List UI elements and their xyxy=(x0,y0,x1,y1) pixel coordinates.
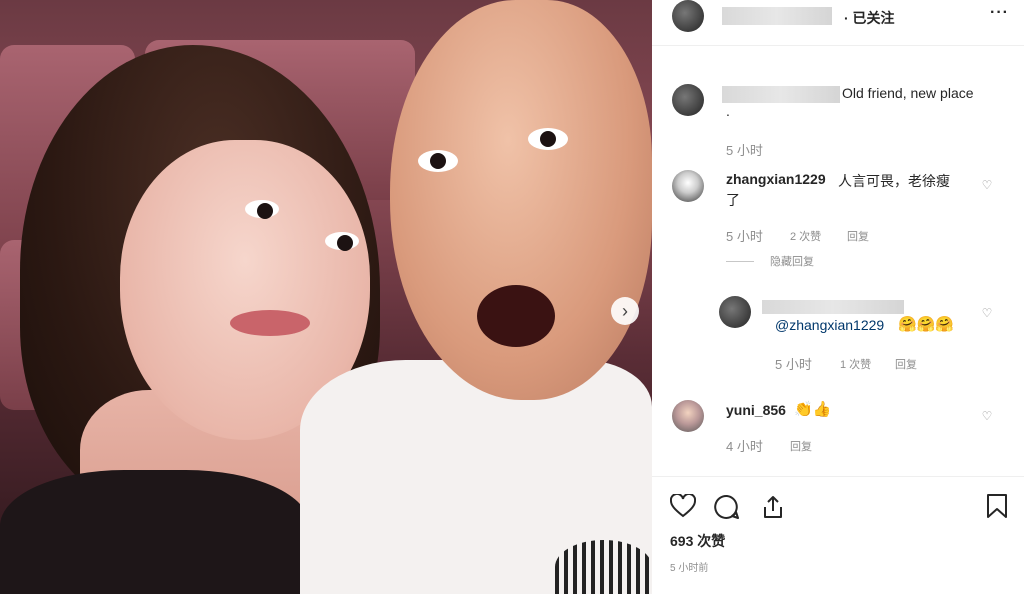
heart-icon[interactable] xyxy=(670,494,696,518)
follow-status[interactable]: · 已关注 xyxy=(844,8,895,28)
comment-reply-button[interactable]: 回复 xyxy=(790,438,812,454)
author-avatar[interactable] xyxy=(672,0,704,32)
bookmark-icon[interactable] xyxy=(986,493,1008,519)
reply-reply-button[interactable]: 回复 xyxy=(895,356,917,372)
commenter-avatar[interactable] xyxy=(672,400,704,432)
carousel-next-button[interactable]: › xyxy=(611,297,639,325)
comment-icon[interactable] xyxy=(714,494,740,520)
reply-time[interactable]: 5 小时 xyxy=(775,354,812,373)
woman-top xyxy=(0,470,310,594)
woman-eye xyxy=(325,232,359,251)
comment-username[interactable]: yuni_856 xyxy=(726,402,786,418)
reply-like-icon[interactable]: ♡ xyxy=(980,306,994,320)
woman-eye xyxy=(245,200,279,219)
man-eye xyxy=(418,150,458,172)
comment-emoji: 👏👍 xyxy=(794,401,832,418)
caption-dot: . xyxy=(726,103,730,119)
post-time[interactable]: 5 小时前 xyxy=(670,559,708,574)
replies-divider xyxy=(726,261,754,262)
actions-divider xyxy=(652,476,1024,477)
reply-author-avatar[interactable] xyxy=(719,296,751,328)
comment-likes[interactable]: 2 次赞 xyxy=(790,228,821,244)
woman-lips xyxy=(230,310,310,336)
caption-time[interactable]: 5 小时 xyxy=(726,140,763,159)
caption-text: Old friend, new place xyxy=(842,85,974,101)
author-avatar[interactable] xyxy=(672,84,704,116)
post-sidebar: · 已关注 ··· Old friend, new place . 5 小时 z… xyxy=(652,0,1024,594)
reply-mention[interactable]: @zhangxian1229 xyxy=(775,317,884,333)
hide-replies-button[interactable]: 隐藏回复 xyxy=(770,253,814,269)
man-mouth xyxy=(477,285,555,347)
comment-like-icon[interactable]: ♡ xyxy=(980,178,994,192)
shirt-logo xyxy=(555,540,652,594)
header-divider xyxy=(652,45,1024,46)
more-options-icon[interactable]: ··· xyxy=(990,4,1009,22)
comment-time[interactable]: 5 小时 xyxy=(726,226,763,245)
comment-time[interactable]: 4 小时 xyxy=(726,436,763,455)
comment-reply-button[interactable]: 回复 xyxy=(847,228,869,244)
like-count[interactable]: 693 次赞 xyxy=(670,531,725,551)
comment-like-icon[interactable]: ♡ xyxy=(980,409,994,423)
reply-likes[interactable]: 1 次赞 xyxy=(840,356,871,372)
comment-text: 人言可畏，老徐瘦 xyxy=(838,173,950,189)
post-photo: › xyxy=(0,0,652,594)
reply-username-redacted[interactable] xyxy=(762,300,904,314)
author-username-redacted[interactable] xyxy=(722,7,832,25)
author-username-redacted[interactable] xyxy=(722,86,840,103)
share-icon[interactable] xyxy=(760,494,786,520)
comment-username[interactable]: zhangxian1229 xyxy=(726,171,826,187)
reply-emoji: 🤗🤗🤗 xyxy=(898,316,955,333)
comment-text-cont: 了 xyxy=(726,192,740,208)
man-eye xyxy=(528,128,568,150)
commenter-avatar[interactable] xyxy=(672,170,704,202)
